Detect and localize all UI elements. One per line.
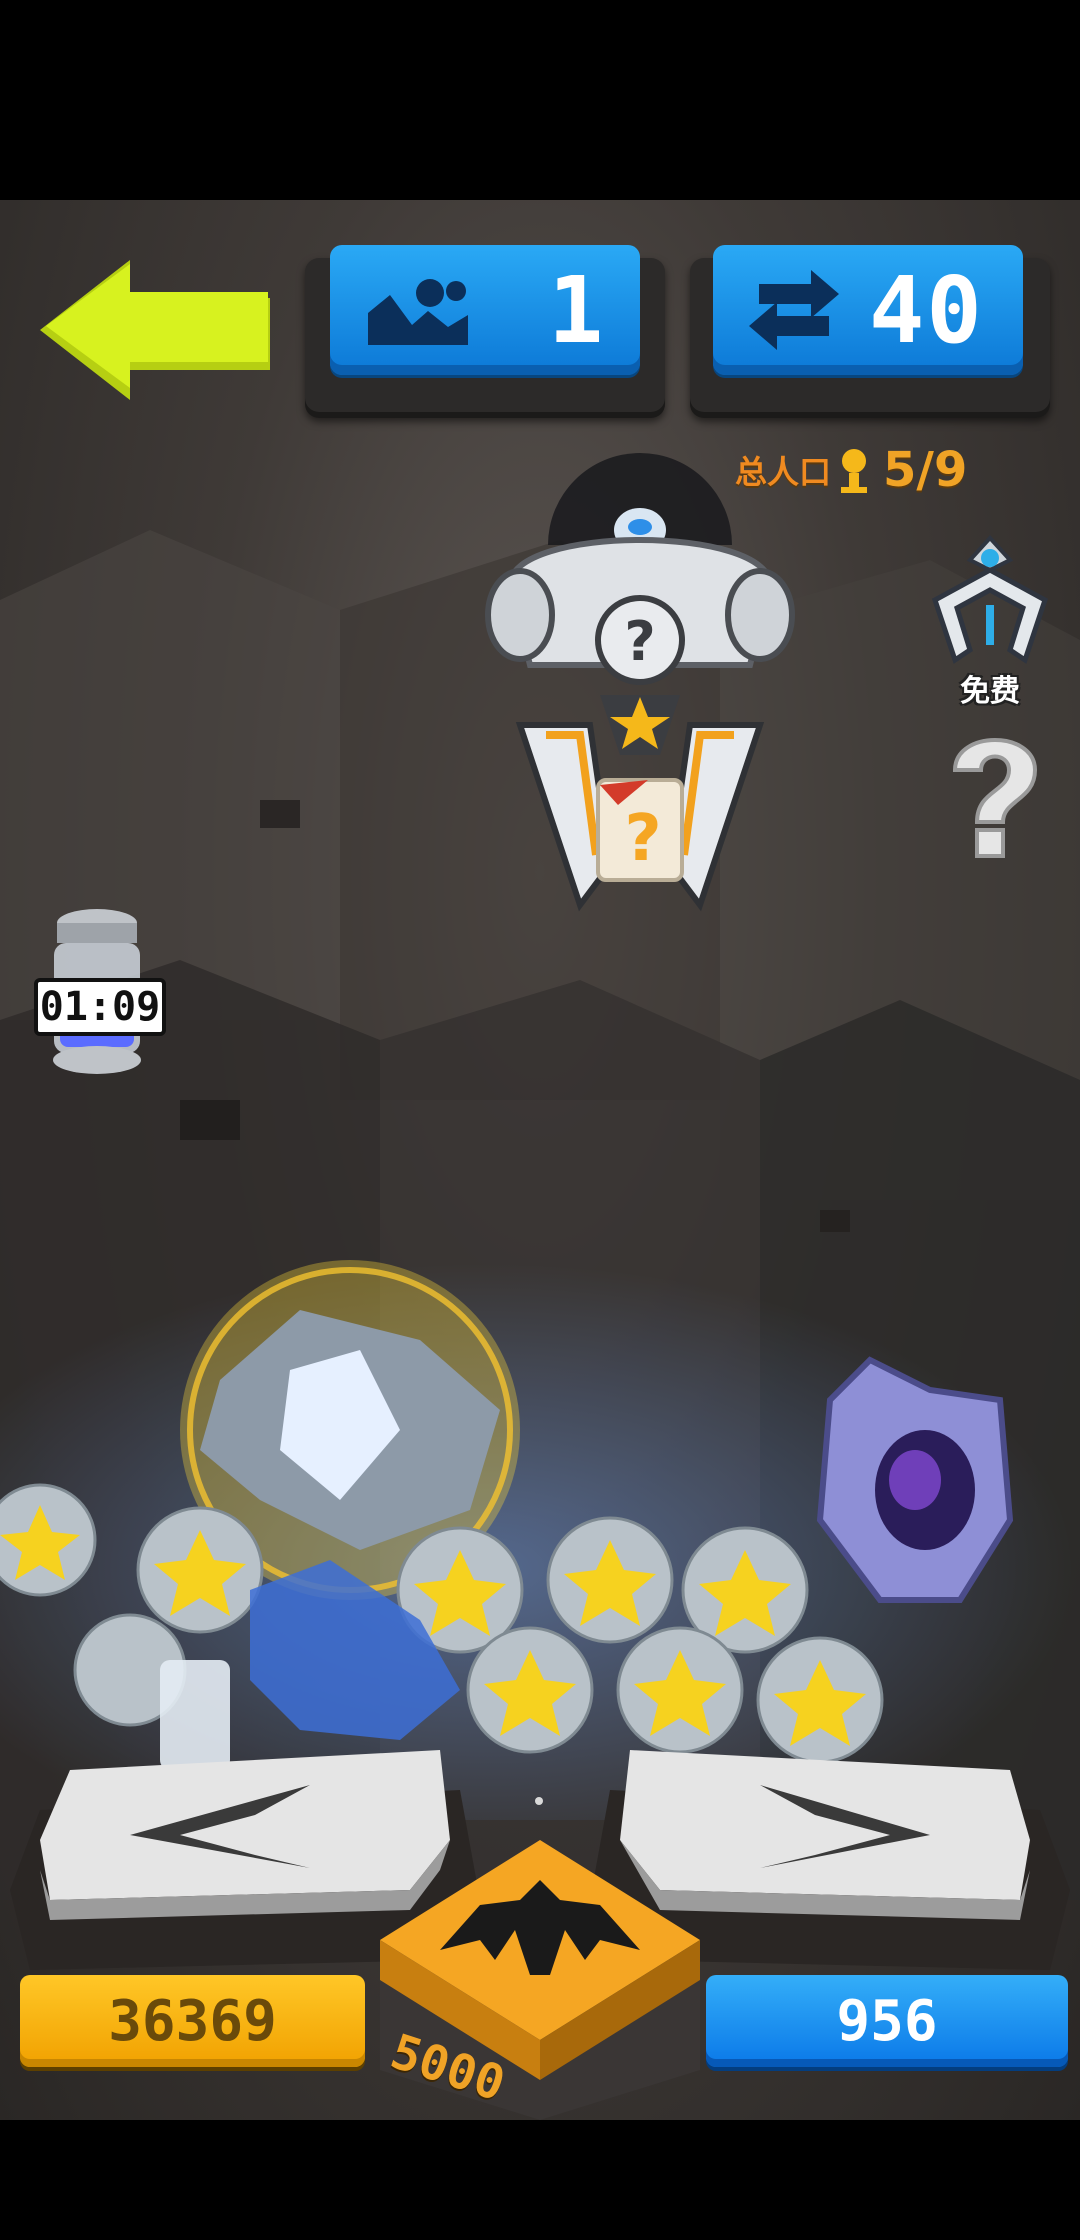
svg-text:?: ? — [624, 610, 655, 673]
claw-robot: ? ? — [485, 453, 795, 912]
level-button[interactable]: 1 — [330, 245, 640, 375]
mystery-icon[interactable] — [925, 730, 1065, 870]
top-black-bar — [0, 0, 1080, 200]
svg-text:?: ? — [624, 802, 661, 876]
free-claw-icon[interactable] — [915, 530, 1065, 680]
game-scene: 1 40 ? ? 总人口 5/9 免费 01:09 — [0, 200, 1080, 2120]
back-arrow-button[interactable] — [40, 260, 280, 400]
energy-timer: 01:09 — [34, 978, 166, 1036]
coin-balance: 36369 — [20, 1975, 365, 2067]
person-icon — [841, 449, 868, 493]
swap-button[interactable]: 40 — [713, 245, 1023, 375]
page-dot — [535, 1797, 543, 1805]
bottom-black-bar — [0, 2120, 1080, 2240]
free-label: 免费 — [960, 674, 1020, 709]
landscape-icon — [368, 279, 468, 345]
level-value: 1 — [548, 256, 606, 364]
population-value: 5/9 — [883, 442, 968, 498]
population-indicator: 总人口 5/9 — [735, 442, 967, 498]
population-label: 总人口 — [735, 453, 832, 491]
gem-balance: 956 — [706, 1975, 1068, 2067]
swap-value: 40 — [869, 256, 984, 364]
swap-icon — [749, 270, 839, 350]
prize-pile — [0, 1260, 1014, 1770]
